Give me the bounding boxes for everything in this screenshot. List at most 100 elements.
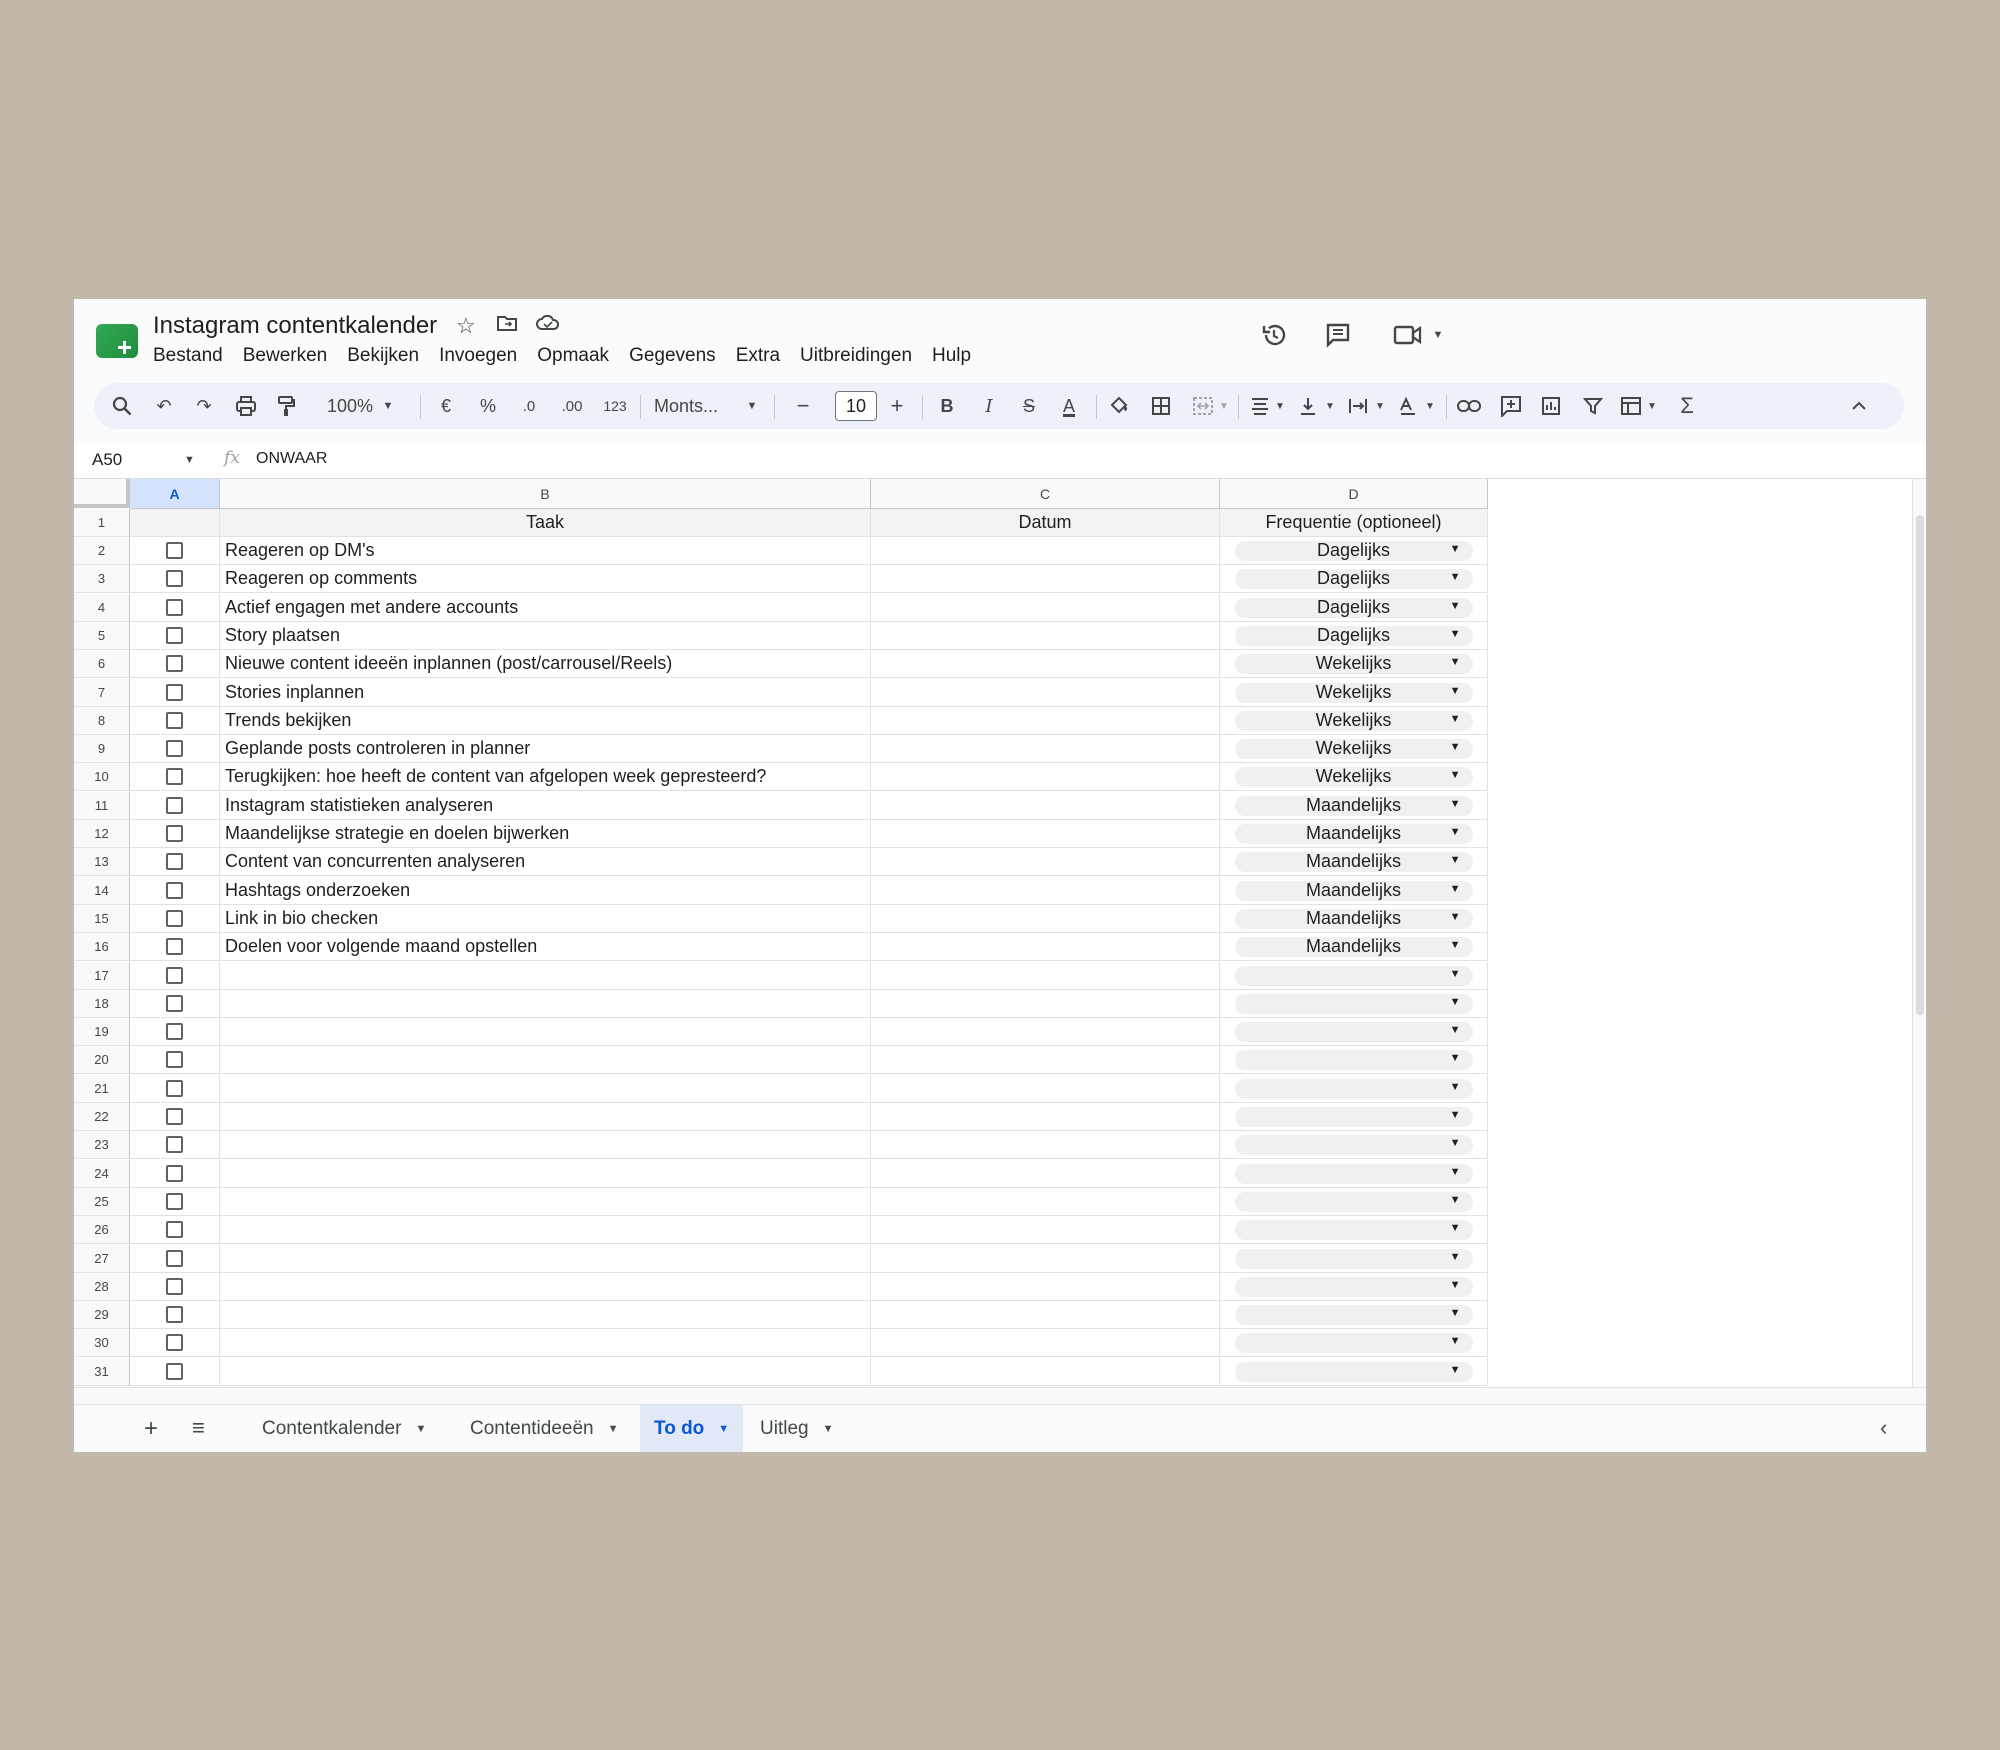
dropdown-caret-icon[interactable]: ▼ <box>1450 1335 1461 1347</box>
checkbox-cell[interactable] <box>130 1358 220 1386</box>
task-cell[interactable]: Trends bekijken <box>220 707 871 735</box>
date-cell[interactable] <box>871 962 1220 990</box>
date-cell[interactable] <box>871 594 1220 622</box>
task-cell[interactable] <box>220 1188 871 1216</box>
task-checkbox[interactable] <box>166 1221 183 1238</box>
frequency-dropdown-chip[interactable]: ▼ <box>1234 1361 1473 1382</box>
row-header[interactable]: 19 <box>74 1018 130 1046</box>
task-cell[interactable] <box>220 990 871 1018</box>
task-checkbox[interactable] <box>166 768 183 785</box>
checkbox-cell[interactable] <box>130 933 220 961</box>
all-sheets-menu-icon[interactable]: ≡ <box>192 1415 205 1441</box>
font-family-select[interactable]: Monts... <box>654 391 734 421</box>
frequency-cell[interactable]: Dagelijks ▼ <box>1220 537 1488 565</box>
tab-to-do[interactable]: To do ▼ <box>640 1405 744 1452</box>
dropdown-caret-icon[interactable]: ▼ <box>1450 1307 1461 1319</box>
task-checkbox[interactable] <box>166 910 183 927</box>
date-cell[interactable] <box>871 1358 1220 1386</box>
frequency-dropdown-chip[interactable]: ▼ <box>1234 993 1473 1014</box>
date-cell[interactable] <box>871 707 1220 735</box>
dropdown-caret-icon[interactable]: ▼ <box>1450 911 1461 923</box>
wrap-caret-icon[interactable]: ▼ <box>1372 391 1388 421</box>
row-header[interactable]: 4 <box>74 594 130 622</box>
move-folder-icon[interactable] <box>496 313 518 339</box>
frequency-cell[interactable]: ▼ <box>1220 990 1488 1018</box>
row-header[interactable]: 12 <box>74 820 130 848</box>
task-checkbox[interactable] <box>166 627 183 644</box>
tab-uitleg[interactable]: Uitleg ▼ <box>746 1405 847 1452</box>
checkbox-cell[interactable] <box>130 763 220 791</box>
zoom-select[interactable]: 100% <box>322 391 378 421</box>
date-cell[interactable] <box>871 679 1220 707</box>
date-cell[interactable] <box>871 990 1220 1018</box>
row-header[interactable]: 8 <box>74 707 130 735</box>
checkbox-cell[interactable] <box>130 565 220 593</box>
frequency-dropdown-chip[interactable]: Wekelijks ▼ <box>1234 653 1473 674</box>
task-checkbox[interactable] <box>166 1023 183 1040</box>
date-cell[interactable] <box>871 565 1220 593</box>
task-cell[interactable] <box>220 1273 871 1301</box>
date-cell[interactable] <box>871 1273 1220 1301</box>
checkbox-cell[interactable] <box>130 1018 220 1046</box>
task-checkbox[interactable] <box>166 995 183 1012</box>
task-cell[interactable]: Reageren op comments <box>220 565 871 593</box>
date-cell[interactable] <box>871 1018 1220 1046</box>
task-cell[interactable] <box>220 1046 871 1074</box>
date-cell[interactable] <box>871 763 1220 791</box>
checkbox-cell[interactable] <box>130 1216 220 1244</box>
insert-chart-icon[interactable] <box>1536 391 1566 421</box>
task-checkbox[interactable] <box>166 1278 183 1295</box>
checkbox-cell[interactable] <box>130 650 220 678</box>
task-cell[interactable] <box>220 1160 871 1188</box>
frequency-dropdown-chip[interactable]: ▼ <box>1234 1304 1473 1325</box>
frequency-cell[interactable]: Maandelijks ▼ <box>1220 848 1488 876</box>
menu-item-hulp[interactable]: Hulp <box>932 345 971 367</box>
frequency-cell[interactable]: ▼ <box>1220 1131 1488 1159</box>
frequency-dropdown-chip[interactable]: ▼ <box>1234 1276 1473 1297</box>
frequency-dropdown-chip[interactable]: Dagelijks ▼ <box>1234 597 1473 618</box>
task-checkbox[interactable] <box>166 1136 183 1153</box>
merge-cells-icon[interactable] <box>1188 391 1218 421</box>
row-header[interactable]: 11 <box>74 792 130 820</box>
checkbox-cell[interactable] <box>130 905 220 933</box>
date-cell[interactable] <box>871 537 1220 565</box>
checkbox-cell[interactable] <box>130 1245 220 1273</box>
task-checkbox[interactable] <box>166 712 183 729</box>
row-header[interactable]: 28 <box>74 1273 130 1301</box>
row-header[interactable]: 16 <box>74 933 130 961</box>
merge-caret-icon[interactable]: ▼ <box>1216 391 1232 421</box>
frequency-dropdown-chip[interactable]: ▼ <box>1234 1021 1473 1042</box>
dropdown-caret-icon[interactable]: ▼ <box>1450 628 1461 640</box>
date-cell[interactable] <box>871 905 1220 933</box>
frequency-cell[interactable]: Maandelijks ▼ <box>1220 905 1488 933</box>
dropdown-caret-icon[interactable]: ▼ <box>1450 883 1461 895</box>
insert-link-icon[interactable] <box>1454 391 1484 421</box>
date-cell[interactable] <box>871 1131 1220 1159</box>
dropdown-caret-icon[interactable]: ▼ <box>1450 543 1461 555</box>
select-all-corner[interactable] <box>74 479 130 508</box>
checkbox-cell[interactable] <box>130 990 220 1018</box>
dropdown-caret-icon[interactable]: ▼ <box>1450 656 1461 668</box>
italic-icon[interactable]: I <box>974 391 1004 421</box>
dropdown-caret-icon[interactable]: ▼ <box>1450 1166 1461 1178</box>
row-header[interactable]: 23 <box>74 1131 130 1159</box>
task-checkbox[interactable] <box>166 853 183 870</box>
row-header[interactable]: 30 <box>74 1329 130 1357</box>
task-cell[interactable]: Terugkijken: hoe heeft de content van af… <box>220 763 871 791</box>
checkbox-cell[interactable] <box>130 1103 220 1131</box>
task-checkbox[interactable] <box>166 1193 183 1210</box>
task-checkbox[interactable] <box>166 825 183 842</box>
vertical-align-icon[interactable] <box>1294 391 1322 421</box>
date-cell[interactable] <box>871 1216 1220 1244</box>
tab-contentkalender[interactable]: Contentkalender ▼ <box>248 1405 440 1452</box>
date-cell[interactable] <box>871 877 1220 905</box>
header-cell-frequentie[interactable]: Frequentie (optioneel) <box>1220 509 1488 537</box>
task-cell[interactable] <box>220 1075 871 1103</box>
frequency-cell[interactable]: ▼ <box>1220 1103 1488 1131</box>
filter-views-icon[interactable] <box>1616 391 1646 421</box>
date-cell[interactable] <box>871 1046 1220 1074</box>
checkbox-cell[interactable] <box>130 679 220 707</box>
menu-item-uitbreidingen[interactable]: Uitbreidingen <box>800 345 912 367</box>
row-header[interactable]: 6 <box>74 650 130 678</box>
task-cell[interactable] <box>220 1301 871 1329</box>
